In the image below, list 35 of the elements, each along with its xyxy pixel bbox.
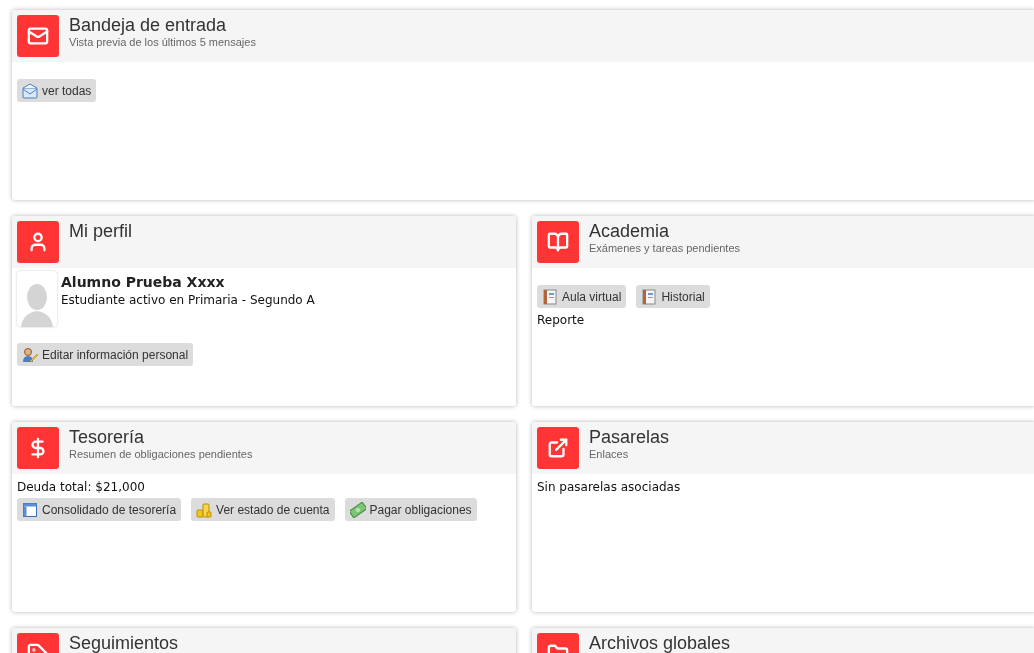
envelope-icon [22,82,38,99]
panel-title: Academia [589,222,671,241]
action-button[interactable]: Consolidado de tesorería [17,498,182,521]
avatar-placeholder [17,271,57,327]
notebook-icon [641,288,658,305]
panel-subtitle: Resumen de obligaciones pendientes [69,447,253,461]
student-status: Estudiante activo en Primaria - Segundo A [61,292,315,309]
external-link-icon [547,437,569,459]
panel-title: Seguimientos [69,634,179,653]
panel-subtitle: Exámenes y tareas pendientes [589,241,741,255]
panel-title: Pasarelas [589,428,670,447]
panel-subtitle: Enlaces [589,447,630,461]
action-button[interactable]: ver todas [17,79,97,102]
money-icon [349,501,366,518]
person-edit-icon [22,346,38,363]
action-button[interactable]: Ver estado de cuenta [191,498,335,521]
panel-title: Tesorería [69,428,146,447]
panel-subtitle: Vista previa de los últimos 5 mensajes [69,35,256,49]
user-icon [27,231,49,253]
action-button[interactable]: Editar información personal [17,343,194,366]
action-button[interactable]: Aula virtual [537,285,627,308]
coins-icon [196,501,213,518]
table-icon [22,501,38,518]
body-text: Deuda total: $21,000 [17,479,146,496]
action-button[interactable]: Historial [636,285,710,308]
panel-title: Mi perfil [69,222,132,241]
body-text: Reporte [537,312,586,329]
student-name: Alumno Prueba Xxxx [61,273,226,291]
panel-title: Bandeja de entrada [69,16,228,35]
notebook-icon [542,288,558,305]
mail-icon [27,25,49,47]
book-icon [547,231,569,253]
panel-title: Archivos globales [589,634,731,653]
body-text: Sin pasarelas asociadas [537,479,682,496]
action-button[interactable]: Pagar obligaciones [344,498,477,521]
